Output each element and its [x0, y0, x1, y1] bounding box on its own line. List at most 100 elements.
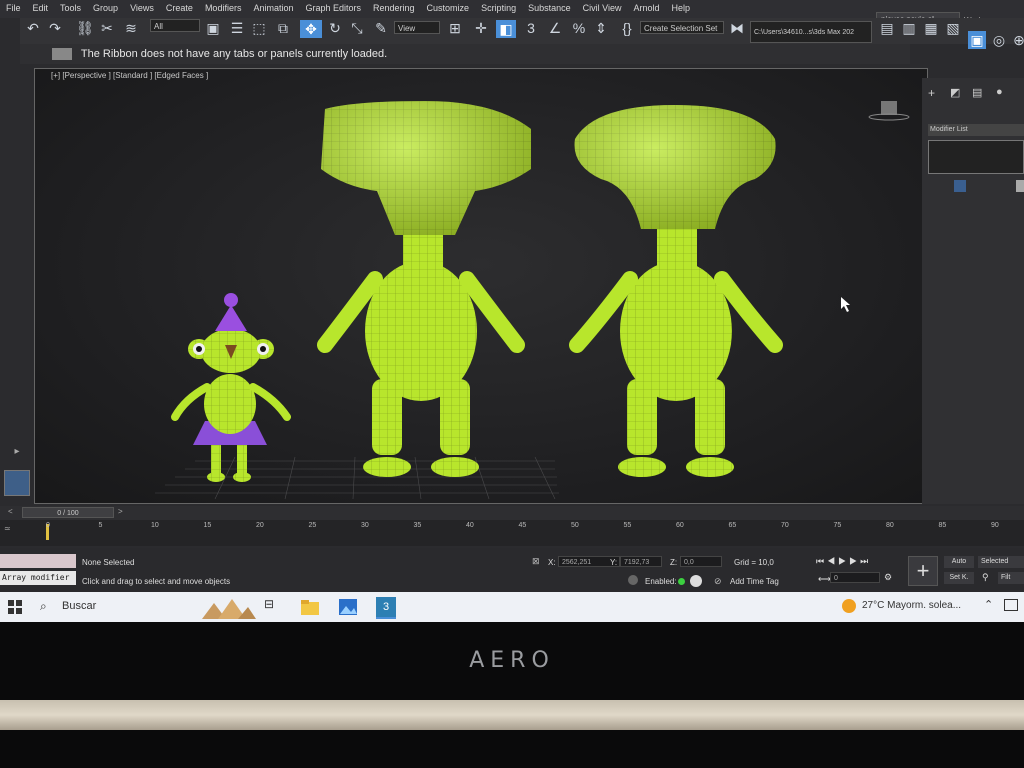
pivot-center-icon[interactable]: ⊞ — [446, 19, 464, 37]
key-mode-icon[interactable]: ⟷ — [818, 574, 831, 585]
absolute-mode-icon[interactable]: ⊠ — [532, 556, 540, 567]
file-explorer-icon[interactable] — [300, 597, 320, 617]
menu-item-animation[interactable]: Animation — [247, 0, 299, 16]
place-icon[interactable]: ✎ — [372, 19, 390, 37]
curve-editor-icon[interactable]: ≃ — [4, 524, 11, 533]
menu-item-help[interactable]: Help — [665, 0, 696, 16]
render-setup-icon[interactable]: ▤ — [878, 19, 896, 37]
tablet-mode-icon[interactable] — [1004, 599, 1018, 611]
help-icon[interactable]: ◎ — [990, 31, 1008, 49]
hierarchy-tab-icon[interactable]: ▤ — [972, 86, 982, 99]
chevron-up-icon[interactable]: ⌃ — [984, 598, 993, 611]
key-filter-dropdown[interactable]: Selected — [978, 556, 1024, 568]
reference-coordinate-dropdown[interactable]: View — [394, 21, 440, 34]
link-icon[interactable]: ⛓ — [76, 19, 94, 37]
perspective-viewport[interactable]: [+] [Perspective ] [Standard ] [Edged Fa… — [34, 68, 928, 504]
select-by-name-icon[interactable]: ☰ — [228, 19, 246, 37]
selection-filter-dropdown[interactable]: All — [150, 19, 200, 32]
select-and-move-icon[interactable]: ✥ — [300, 20, 322, 38]
menu-item-rendering[interactable]: Rendering — [367, 0, 421, 16]
time-tag-icon[interactable]: ⊘ — [714, 576, 722, 587]
active-viewport-icon[interactable]: ▣ — [968, 31, 986, 49]
rendered-frame-window-icon[interactable]: ▥ — [900, 19, 918, 37]
maxscript-mini-listener[interactable] — [0, 554, 76, 568]
windows-start-icon[interactable] — [8, 600, 22, 614]
weather-widget[interactable]: 27°C Mayorm. solea... — [862, 600, 961, 611]
render-in-cloud-icon[interactable]: ▧ — [944, 19, 962, 37]
brand-logo: AERO — [469, 648, 555, 673]
edit-named-selection-icon[interactable]: {} — [618, 19, 636, 37]
menu-item-substance[interactable]: Substance — [522, 0, 577, 16]
menu-item-file[interactable]: File — [0, 0, 27, 16]
menu-item-edit[interactable]: Edit — [27, 0, 55, 16]
angle-snap-icon[interactable]: ∠ — [546, 19, 564, 37]
modifier-stack[interactable] — [928, 140, 1024, 174]
percent-snap-icon[interactable]: % — [570, 19, 588, 37]
photos-icon[interactable] — [338, 597, 358, 617]
configure-sets-icon[interactable] — [1016, 180, 1024, 192]
enabled-indicator[interactable] — [678, 578, 685, 585]
current-frame-field[interactable]: 0 — [830, 572, 880, 583]
menu-item-tools[interactable]: Tools — [54, 0, 87, 16]
add-time-tag[interactable]: Add Time Tag — [730, 577, 779, 586]
globe-icon[interactable]: ⊕ — [1010, 31, 1024, 49]
unlink-icon[interactable]: ✂ — [98, 19, 116, 37]
spinner-snap-icon[interactable]: ⇕ — [592, 19, 610, 37]
key-filters-button[interactable]: Filt — [998, 572, 1024, 584]
modifier-list-dropdown[interactable]: Modifier List — [928, 124, 1024, 136]
next-frame-icon[interactable]: > — [118, 507, 123, 516]
menu-item-customize[interactable]: Customize — [421, 0, 476, 16]
menu-item-create[interactable]: Create — [160, 0, 199, 16]
select-manipulate-icon[interactable]: ✛ — [472, 19, 490, 37]
prev-frame-icon[interactable]: < — [8, 507, 13, 516]
bind-space-warp-icon[interactable]: ≋ — [122, 19, 140, 37]
menu-item-scripting[interactable]: Scripting — [475, 0, 522, 16]
snaps-toggle-icon[interactable]: 3 — [522, 19, 540, 37]
mouse-cursor-icon — [841, 297, 850, 312]
select-and-rotate-icon[interactable]: ↻ — [326, 19, 344, 37]
key-tangents-icon[interactable]: ⚲ — [982, 572, 989, 583]
y-coordinate-field[interactable]: 7192,73 — [620, 556, 662, 567]
undo-icon[interactable]: ↶ — [24, 19, 42, 37]
select-object-icon[interactable]: ▣ — [204, 19, 222, 37]
z-coordinate-field[interactable]: 0,0 — [680, 556, 722, 567]
window-crossing-icon[interactable]: ⧉ — [274, 19, 292, 37]
keyboard-shortcut-override-icon[interactable]: ◧ — [496, 20, 516, 38]
isolate-selection-icon[interactable] — [690, 575, 702, 587]
create-tab-icon[interactable]: + — [928, 86, 935, 100]
menu-item-civil-view[interactable]: Civil View — [577, 0, 628, 16]
play-preview-icon[interactable]: ▸ — [10, 446, 24, 460]
time-slider[interactable]: 0 / 100 — [22, 507, 114, 518]
menu-item-views[interactable]: Views — [124, 0, 160, 16]
adaptive-degradation-icon[interactable] — [628, 575, 638, 585]
menu-item-arnold[interactable]: Arnold — [627, 0, 665, 16]
select-and-scale-icon[interactable]: ⤡ — [348, 19, 366, 37]
redo-icon[interactable]: ↷ — [46, 19, 64, 37]
weather-icon[interactable] — [842, 599, 856, 613]
pin-stack-icon[interactable] — [954, 180, 966, 192]
set-key-button[interactable]: Set K. — [944, 572, 974, 584]
menu-item-group[interactable]: Group — [87, 0, 124, 16]
rectangular-selection-icon[interactable]: ⬚ — [250, 19, 268, 37]
auto-key-button[interactable]: Auto — [944, 556, 974, 568]
search-icon[interactable]: ⌕ — [40, 599, 47, 614]
modify-tab-icon[interactable]: ◩ — [950, 86, 960, 99]
menu-item-graph-editors[interactable]: Graph Editors — [299, 0, 367, 16]
enabled-label: Enabled: — [645, 577, 677, 586]
3ds-max-app-icon[interactable]: 3 — [376, 597, 396, 619]
motion-tab-icon[interactable]: ● — [996, 86, 1003, 98]
mirror-icon[interactable]: ⧓ — [728, 19, 746, 37]
timeline-tick-label: 5 — [98, 522, 103, 529]
project-path-dropdown[interactable]: C:\Users\34610...s\3ds Max 202 — [750, 21, 872, 43]
time-configuration-icon[interactable]: ⚙ — [884, 572, 892, 583]
taskbar-search-box[interactable]: Buscar — [62, 600, 96, 612]
viewport-layout-icon[interactable] — [4, 470, 30, 496]
timeline-tick-label: 40 — [466, 522, 474, 529]
render-production-icon[interactable]: ▦ — [922, 19, 940, 37]
menu-item-modifiers[interactable]: Modifiers — [199, 0, 248, 16]
named-selection-set-dropdown[interactable]: Create Selection Set — [640, 21, 724, 34]
task-view-icon[interactable]: ⊟ — [264, 597, 284, 617]
playback-controls[interactable]: ⏮◀▶▶⏭ — [816, 556, 871, 567]
set-key-icon[interactable]: + — [908, 556, 938, 586]
script-listener-output[interactable]: Array modifier — [0, 571, 76, 585]
